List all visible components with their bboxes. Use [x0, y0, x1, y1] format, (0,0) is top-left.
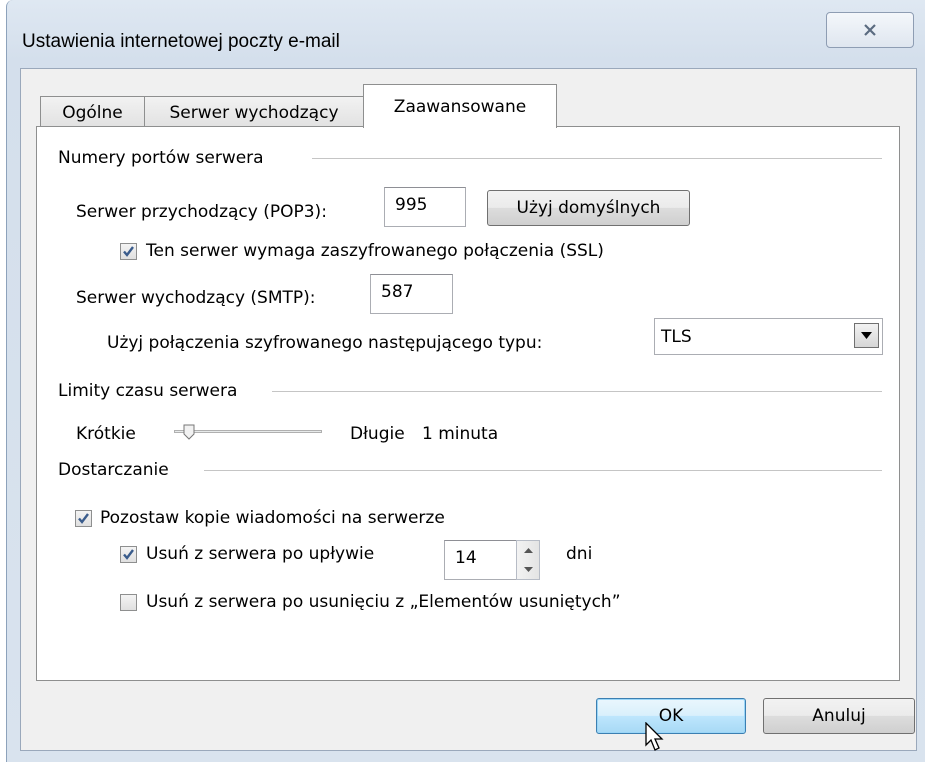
group-title-server-ports: Numery portów serwera [58, 148, 264, 168]
dropdown-button[interactable] [854, 323, 879, 348]
chevron-down-icon [861, 332, 872, 339]
encryption-type-label: Użyj połączenia szyfrowanego następujące… [107, 333, 543, 353]
tab-outgoing-server-label: Serwer wychodzący [169, 102, 339, 123]
tab-advanced-label: Zaawansowane [393, 96, 527, 117]
remove-after-checkbox[interactable] [120, 546, 137, 563]
timeout-long-label: Długie [350, 424, 405, 444]
close-button[interactable] [826, 12, 914, 48]
ssl-checkbox-label: Ten serwer wymaga zaszyfrowanego połącze… [146, 241, 604, 261]
use-defaults-label: Użyj domyślnych [516, 198, 661, 218]
check-mark-icon [123, 246, 134, 257]
tab-advanced[interactable]: Zaawansowane [363, 84, 557, 128]
ok-button[interactable]: OK [596, 698, 746, 734]
group-divider-delivery [204, 470, 882, 471]
close-icon [864, 24, 876, 36]
tab-general-label: Ogólne [62, 102, 123, 123]
check-mark-icon [78, 513, 89, 524]
group-divider-timeouts [272, 391, 882, 392]
timeout-value: 1 minuta [422, 424, 499, 444]
group-title-delivery: Dostarczanie [58, 460, 169, 480]
window-title: Ustawienia internetowej poczty e-mail [22, 31, 340, 52]
group-title-server-timeouts: Limity czasu serwera [58, 381, 238, 401]
remove-after-label: Usuń z serwera po upływie [146, 544, 375, 564]
outgoing-port-label: Serwer wychodzący (SMTP): [76, 288, 316, 308]
timeout-slider-thumb[interactable] [183, 424, 195, 440]
days-spinner[interactable] [516, 540, 540, 580]
encryption-type-select[interactable]: TLS [654, 318, 883, 355]
check-mark-icon [123, 549, 134, 560]
remove-deleted-label: Usuń z serwera po usunięciu z „Elementów… [146, 592, 621, 612]
leave-copy-checkbox[interactable] [75, 510, 92, 527]
remove-deleted-checkbox[interactable] [120, 594, 137, 611]
cancel-button[interactable]: Anuluj [763, 698, 915, 734]
incoming-port-input[interactable]: 995 [384, 187, 466, 227]
remove-after-days-input[interactable]: 14 [444, 540, 516, 580]
tab-general[interactable]: Ogólne [40, 96, 145, 128]
mouse-cursor-icon [645, 722, 664, 751]
tab-outgoing-server[interactable]: Serwer wychodzący [144, 96, 364, 128]
timeout-slider-track[interactable] [174, 430, 322, 433]
spinner-up-button[interactable] [517, 541, 539, 560]
timeout-short-label: Krótkie [76, 424, 136, 444]
chevron-down-icon [523, 567, 533, 572]
chevron-up-icon [523, 548, 533, 553]
cancel-label: Anuluj [812, 706, 866, 726]
outgoing-port-input[interactable]: 587 [370, 274, 453, 314]
use-defaults-button[interactable]: Użyj domyślnych [487, 190, 690, 226]
days-unit-label: dni [566, 544, 593, 564]
spinner-down-button[interactable] [517, 560, 539, 579]
ssl-checkbox[interactable] [120, 243, 137, 260]
incoming-port-label: Serwer przychodzący (POP3): [76, 202, 327, 222]
leave-copy-label: Pozostaw kopie wiadomości na serwerze [100, 508, 445, 528]
group-divider-ports [312, 158, 882, 159]
encryption-type-value: TLS [661, 327, 692, 347]
